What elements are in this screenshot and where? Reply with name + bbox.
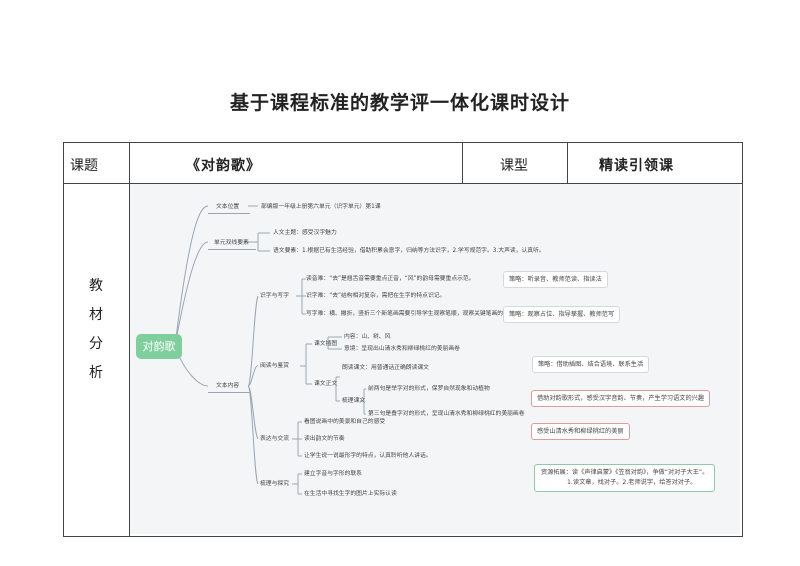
branch-text-position: 文本位置 (216, 204, 240, 210)
side-char-2: 材 (89, 307, 103, 323)
leaf-read-rhythm: 读出韵文的节奏 (304, 436, 345, 442)
strategy-note-writing: 策略：观察占位、指导孳握、教师范写 (503, 306, 621, 323)
leaf-illustration-mood: 意境：呈现出山清水秀和柳绿桃红的美丽画卷 (344, 346, 460, 352)
type-label: 课型 (500, 158, 528, 174)
leaf-read-aloud: 朗读课文：用普通话正确朗读课文 (342, 365, 429, 371)
document-title: 基于课程标准的教学评一体化课时设计 (229, 92, 570, 114)
leaf-humanist-theme: 人文主题：感受汉字魅力 (273, 230, 337, 236)
leaf-main-text: 课文正文 (314, 381, 338, 387)
leaf-third-line: 第三句是叠字对的形式，呈现山清水秀和柳绿桃红的美丽画卷 (368, 411, 525, 417)
leaf-text-position: 部编版一年级上册第六单元（识字单元）第1课 (261, 204, 381, 210)
sub-literacy-writing: 识字与写字 (260, 293, 289, 299)
sub-reading-appreciation: 阅读与鉴赏 (260, 363, 289, 369)
mindmap-canvas: 对韵歌 文本位置 部编版一年级上册第六单元（识字单元）第1课 单元双线要素 人文… (130, 184, 740, 534)
leaf-writing-difficulty: 写字难：横、撇折，竖折三个新笔画需要引导学生观察笔顺，观察关键笔画的位置。 (306, 311, 521, 317)
branch-underline (208, 392, 250, 393)
leaf-pronunciation: 读音难：“去”是翘舌音需要重点正音，“风”的韵母需要重点示范。 (306, 276, 475, 282)
side-char-4: 析 (89, 365, 103, 381)
leaf-illustration: 课文插图 (314, 341, 338, 347)
resource-extension-note: 资源拓展：读《声律启蒙》《笠翁对韵》，争做“对对子大王”。 1.读文章，找对子。… (534, 464, 716, 492)
leaf-sort-text: 梳理课文 (342, 398, 366, 404)
side-char-3: 分 (89, 336, 103, 352)
table-col-divider-2 (462, 142, 463, 183)
leaf-language-element: 语文要素：1.根据已有生活经验，借助积累会意字，归纳等方法识字，2.学写规范字。… (273, 248, 545, 254)
branch-unit-elements: 单元双线要素 (214, 240, 249, 246)
leaf-sound-form: 建立字音与字形的联系 (304, 471, 362, 477)
leaf-first-two-lines: 前两句是举字对的形式，保罗自然现象和动植物 (368, 386, 490, 392)
leaf-character-recognition: 识字难：“去”结构相对复杂，需把在生字的特点识记。 (306, 293, 446, 299)
side-char-1: 教 (89, 278, 103, 294)
table-col-divider-3 (567, 142, 568, 183)
leaf-real-life-reading: 在生活中寻找生字的图片上实际认读 (304, 491, 397, 497)
strategy-note-listening: 策略：听录音、教师范读、指读法 (503, 271, 608, 288)
sub-sorting-exploration: 梳理与探究 (260, 481, 289, 487)
resource-line-1: 资源拓展：读《声律启蒙》《笠翁对韵》，争做“对对子大王”。 (541, 469, 709, 476)
leaf-illustration-content: 内容：山、树、风 (344, 334, 391, 340)
mindmap-root: 对韵歌 (136, 334, 182, 359)
strategy-note-context: 策略：借助插图、结合语境、联系生活 (532, 356, 650, 373)
branch-underline (208, 213, 250, 214)
topic-label: 课题 (70, 158, 98, 174)
goal-note-interest: 借助对韵歌形式，感受汉字音韵、节奏，产生学习语文的兴趣 (531, 390, 711, 407)
leaf-describe-picture: 看图说画中的美景和自己的感受 (304, 419, 386, 425)
resource-line-2: 1.读文章，找对子。2.老师说字，给答对对子。 (567, 479, 697, 486)
topic-value: 《对韵歌》 (186, 158, 261, 174)
sub-expression-communication: 表达与交流 (260, 436, 289, 442)
goal-note-beauty: 感受山清水秀和柳绿桃红的美丽 (531, 423, 630, 440)
leaf-listen-speak: 让学生说一说最形字的特点，认真聆听他人讲话。 (304, 453, 432, 459)
branch-underline (208, 249, 256, 250)
branch-text-content: 文本内容 (216, 383, 240, 389)
type-value: 精读引领课 (599, 158, 674, 174)
